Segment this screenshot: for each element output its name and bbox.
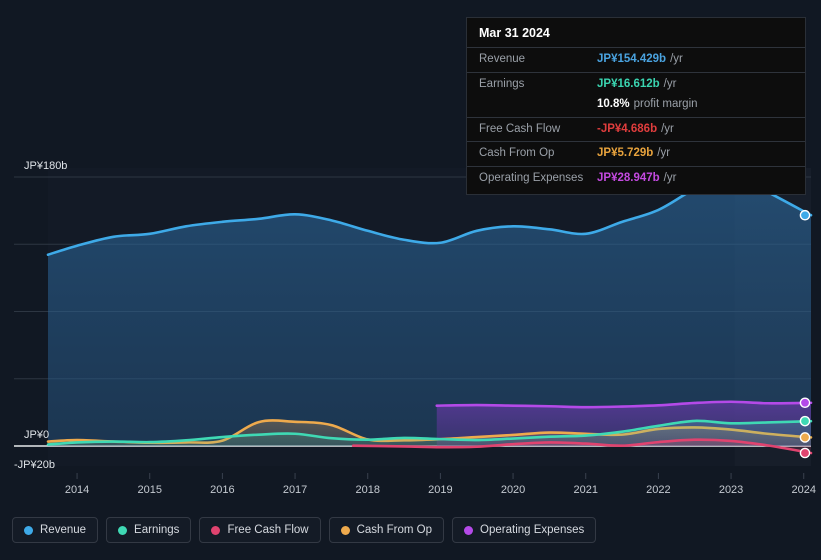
tooltip-unit-operating-expenses: /yr — [663, 171, 677, 184]
tooltip-row-profit-margin: 10.8% profit margin — [467, 96, 805, 117]
legend-color-dot — [464, 525, 474, 535]
tooltip-value-revenue: JP¥154.429b — [597, 53, 667, 65]
x-axis-tick-2020: 2020 — [500, 484, 526, 496]
legend-label: Earnings — [134, 524, 180, 536]
legend-label: Free Cash Flow — [227, 524, 309, 536]
legend-item-revenue[interactable]: Revenue — [12, 517, 99, 543]
x-axis-tick-2014: 2014 — [64, 484, 90, 496]
y-axis-label-zero: JP¥0 — [24, 429, 50, 441]
tooltip-date: Mar 31 2024 — [479, 26, 550, 40]
tooltip-label-revenue: Revenue — [479, 53, 526, 65]
tooltip-label-cash-from-op: Cash From Op — [479, 147, 555, 160]
tooltip-row-cash-from-op: Cash From Op JP¥5.729b /yr — [467, 141, 805, 166]
x-axis-tick-2021: 2021 — [573, 484, 598, 496]
chart-legend: Revenue Earnings Free Cash Flow Cash From O… — [12, 517, 597, 543]
tooltip-unit-cash-from-op: /yr — [657, 147, 671, 160]
tooltip-label-earnings: Earnings — [479, 77, 525, 90]
tooltip-row-revenue: Revenue JP¥154.429b /yr — [467, 47, 805, 72]
y-axis-label-bottom: -JP¥20b — [14, 459, 55, 471]
endpoint-marker-earnings[interactable] — [799, 415, 811, 427]
tooltip-value-profit-margin: 10.8% — [597, 98, 630, 111]
data-tooltip: Mar 31 2024 Revenue JP¥154.429b /yr Earn… — [466, 17, 806, 196]
tooltip-row-free-cash-flow: Free Cash Flow -JP¥4.686b /yr — [467, 116, 805, 142]
legend-color-dot — [211, 525, 221, 535]
x-axis-tick-2022: 2022 — [646, 484, 671, 496]
x-axis-tick-2017: 2017 — [282, 484, 308, 496]
x-axis-tick-2018: 2018 — [355, 484, 380, 496]
legend-item-cash-from-op[interactable]: Cash From Op — [328, 517, 445, 543]
tooltip-unit-free-cash-flow: /yr — [661, 122, 674, 135]
tooltip-value-free-cash-flow: -JP¥4.686b — [597, 122, 658, 135]
endpoint-marker-revenue[interactable] — [799, 209, 811, 221]
tooltip-value-cash-from-op: JP¥5.729b — [597, 147, 654, 160]
x-axis-tick-2015: 2015 — [137, 484, 162, 496]
legend-color-dot — [118, 525, 128, 535]
legend-label: Operating Expenses — [480, 524, 585, 536]
tooltip-row-earnings: Earnings JP¥16.612b /yr — [467, 71, 805, 97]
legend-item-free-cash-flow[interactable]: Free Cash Flow — [199, 517, 321, 543]
x-axis-tick-2016: 2016 — [210, 484, 235, 496]
y-axis-label-top: JP¥180b — [24, 160, 68, 172]
legend-color-dot — [24, 525, 33, 535]
legend-item-operating-expenses[interactable]: Operating Expenses — [452, 517, 597, 543]
tooltip-row-operating-expenses: Operating Expenses JP¥28.947b /yr — [467, 165, 805, 191]
legend-item-earnings[interactable]: Earnings — [106, 517, 192, 543]
financial-chart-page: JP¥180b JP¥0 -JP¥20b 2014 2015 2016 2017 201… — [0, 0, 821, 560]
tooltip-text-profit-margin: profit margin — [633, 98, 698, 111]
tooltip-value-earnings: JP¥16.612b — [597, 77, 660, 90]
tooltip-value-operating-expenses: JP¥28.947b — [597, 171, 660, 184]
tooltip-unit-revenue: /yr — [670, 53, 683, 65]
x-axis-tick-2023: 2023 — [718, 484, 744, 496]
endpoint-marker-free-cash-flow[interactable] — [799, 447, 811, 459]
endpoint-marker-cash-from-op[interactable] — [799, 432, 811, 443]
tooltip-unit-earnings: /yr — [663, 77, 677, 90]
legend-label: Revenue — [40, 524, 87, 536]
x-axis-tick-2024: 2024 — [791, 484, 816, 496]
legend-color-dot — [340, 525, 350, 535]
legend-label: Cash From Op — [356, 524, 433, 536]
x-axis-tick-2019: 2019 — [428, 484, 453, 496]
endpoint-marker-operating-expenses[interactable] — [799, 397, 811, 409]
tooltip-label-free-cash-flow: Free Cash Flow — [479, 122, 561, 135]
tooltip-label-operating-expenses: Operating Expenses — [479, 171, 584, 184]
